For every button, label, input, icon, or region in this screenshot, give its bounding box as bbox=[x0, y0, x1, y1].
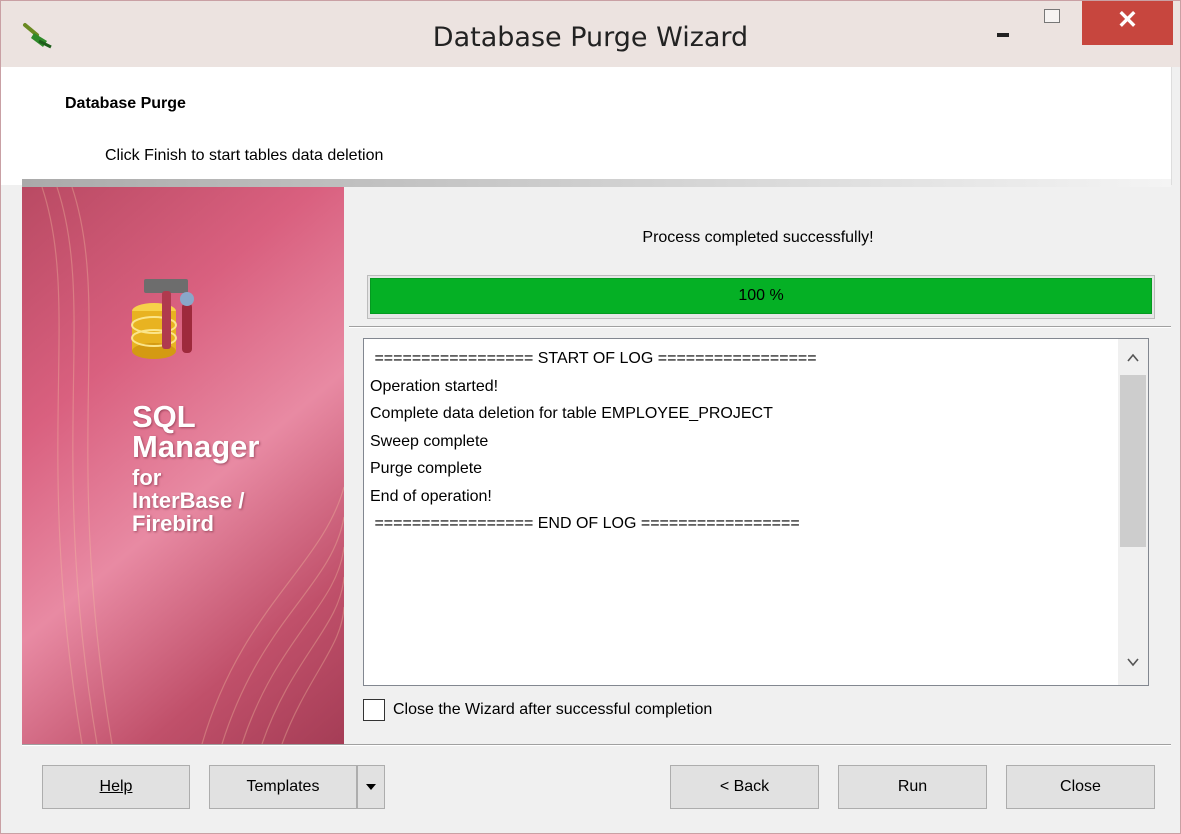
banner-line-for: for bbox=[132, 465, 162, 490]
templates-dropdown-button[interactable] bbox=[357, 765, 385, 809]
help-button[interactable]: Help bbox=[42, 765, 190, 809]
log-line: Operation started! bbox=[370, 377, 499, 395]
close-after-checkbox[interactable] bbox=[363, 699, 385, 721]
help-label: Help bbox=[99, 778, 133, 795]
chevron-down-icon bbox=[366, 783, 376, 790]
log-line: Purge complete bbox=[370, 460, 483, 477]
log-line: ================= END OF LOG ===========… bbox=[370, 515, 800, 532]
close-label: Close bbox=[1060, 778, 1101, 795]
log-line: Sweep complete bbox=[370, 432, 489, 450]
close-icon: ✕ bbox=[1117, 6, 1138, 34]
banner-line-interbase: InterBase / bbox=[132, 488, 245, 513]
back-button[interactable]: < Back bbox=[670, 765, 819, 809]
wizard-window: Database Purge Wizard ✕ Database Purge C… bbox=[0, 0, 1181, 834]
log-line: Complete data deletion for table EMPLOYE… bbox=[370, 405, 773, 422]
step-description: Click Finish to start tables data deleti… bbox=[105, 147, 384, 164]
maximize-button[interactable] bbox=[1025, 1, 1079, 43]
progress-bar: 100 % bbox=[367, 275, 1155, 319]
progress-label: 100 % bbox=[738, 287, 784, 304]
scrollbar-thumb[interactable] bbox=[1120, 375, 1146, 547]
log-line: End of operation! bbox=[370, 487, 492, 505]
product-banner: SQL Manager for InterBase / Firebird bbox=[22, 187, 344, 744]
close-button[interactable]: Close bbox=[1006, 765, 1155, 809]
header-separator bbox=[22, 179, 1171, 187]
chevron-down-icon[interactable] bbox=[1118, 651, 1148, 681]
log-scrollbar[interactable] bbox=[1118, 339, 1148, 685]
product-name: SQL Manager for InterBase / Firebird bbox=[132, 399, 260, 536]
step-title: Database Purge bbox=[65, 95, 186, 112]
chevron-up-icon[interactable] bbox=[1118, 347, 1148, 377]
banner-line-firebird: Firebird bbox=[132, 511, 214, 536]
wizard-header: Database Purge Click Finish to start tab… bbox=[1, 67, 1172, 185]
database-tools-icon bbox=[131, 279, 194, 359]
log-lines: ================= START OF LOG =========… bbox=[370, 345, 1110, 538]
banner-line-sql: SQL bbox=[132, 399, 196, 434]
log-textarea[interactable]: ================= START OF LOG =========… bbox=[363, 338, 1149, 686]
title-bar[interactable]: Database Purge Wizard ✕ bbox=[1, 1, 1180, 67]
window-close-button[interactable]: ✕ bbox=[1082, 1, 1173, 45]
run-button[interactable]: Run bbox=[838, 765, 987, 809]
templates-button[interactable]: Templates bbox=[209, 765, 357, 809]
templates-label: Templates bbox=[246, 778, 320, 795]
back-label: < Back bbox=[719, 778, 770, 795]
log-line: ================= START OF LOG =========… bbox=[370, 350, 817, 367]
minimize-button[interactable] bbox=[979, 1, 1025, 43]
status-message: Process completed successfully! bbox=[642, 229, 874, 246]
run-label: Run bbox=[897, 778, 928, 795]
close-after-label[interactable]: Close the Wizard after successful comple… bbox=[393, 701, 712, 719]
wizard-content: Process completed successfully! 100 % ==… bbox=[345, 187, 1171, 744]
banner-line-manager: Manager bbox=[132, 429, 260, 464]
